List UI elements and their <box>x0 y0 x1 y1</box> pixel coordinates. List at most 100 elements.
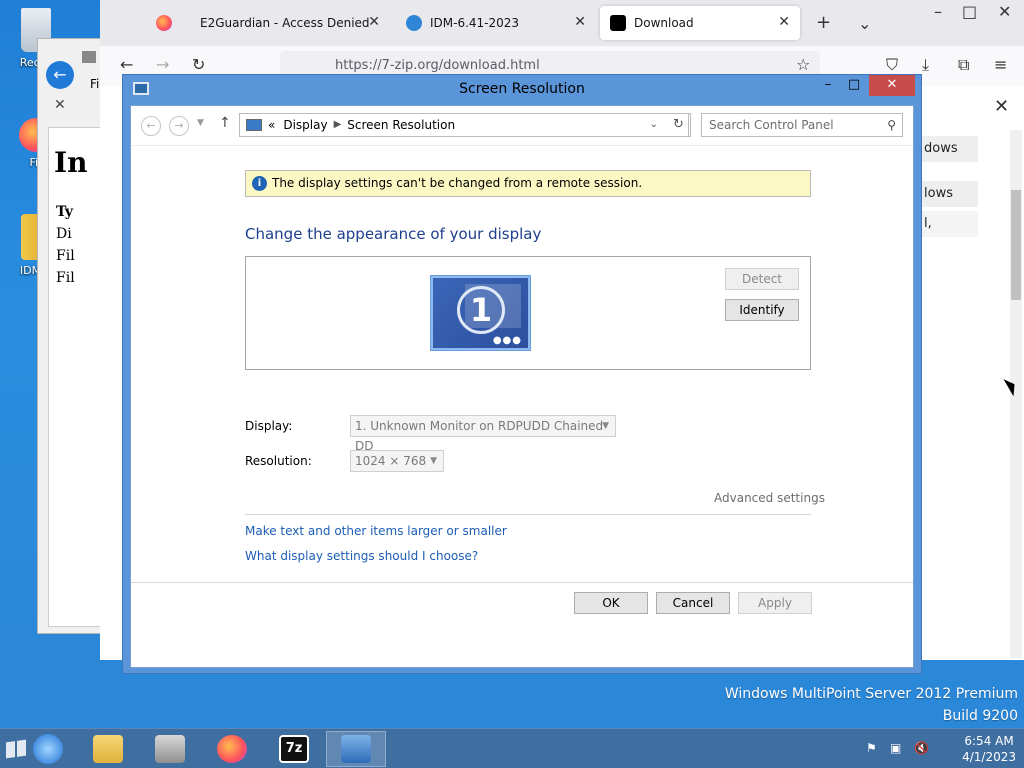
breadcrumb-display[interactable]: Display <box>283 114 327 136</box>
toolbar-fragment: Fi <box>90 77 100 91</box>
url-text: https://7-zip.org/download.html <box>335 58 540 73</box>
firefox-tab-icon[interactable] <box>156 15 172 31</box>
tab-e2guardian[interactable]: E2Guardian - Access Denied ✕ <box>190 6 390 40</box>
screen-resolution-window[interactable]: Screen Resolution – □ ✕ ← → ▼ ↑ « Displa… <box>122 74 922 674</box>
clock-time: 6:54 AM <box>964 734 1014 748</box>
resolution-select[interactable]: 1024 × 768 ▼ <box>350 450 444 472</box>
maximize-button[interactable]: □ <box>841 75 867 96</box>
divider <box>245 514 811 515</box>
taskbar-firefox[interactable] <box>202 731 262 767</box>
close-icon[interactable]: ✕ <box>54 97 66 113</box>
back-icon[interactable]: ← <box>120 55 133 74</box>
control-panel-icon <box>246 119 262 131</box>
new-tab-icon[interactable]: + <box>816 12 831 33</box>
taskbar-control-panel[interactable] <box>326 731 386 767</box>
scrollbar-thumb[interactable] <box>1011 190 1021 300</box>
resolution-select-value: 1024 × 768 <box>355 454 427 468</box>
ok-button[interactable]: OK <box>574 592 648 614</box>
display-select[interactable]: 1. Unknown Monitor on RDPUDD Chained DD … <box>350 415 616 453</box>
window-title: Screen Resolution <box>459 81 585 97</box>
os-watermark-line2: Build 9200 <box>942 708 1018 724</box>
taskbar-7zip[interactable]: 7z <box>264 731 324 767</box>
idm-icon <box>406 15 422 31</box>
forward-icon[interactable]: → <box>156 55 169 74</box>
monitor-1-tile[interactable]: 1 ●●● <box>430 275 531 351</box>
cancel-button[interactable]: Cancel <box>656 592 730 614</box>
taskbar-file-explorer[interactable] <box>78 731 138 767</box>
up-icon[interactable]: ↑ <box>219 115 231 131</box>
internet-explorer-icon <box>33 734 63 764</box>
display-label: Display: <box>245 419 293 433</box>
extensions-icon[interactable]: ⧉ <box>958 55 969 75</box>
folder-icon <box>93 735 123 763</box>
breadcrumb-screen-resolution[interactable]: Screen Resolution <box>347 114 455 136</box>
control-panel-icon <box>341 735 371 763</box>
back-icon[interactable]: ← <box>141 116 161 136</box>
os-watermark-line1: Windows MultiPoint Server 2012 Premium <box>724 686 1018 702</box>
taskbar-server-manager[interactable] <box>140 731 200 767</box>
minimize-button[interactable]: – <box>815 75 841 96</box>
footer-divider <box>131 582 913 583</box>
breadcrumb[interactable]: « Display ▶ Screen Resolution ⌄ <box>239 113 689 137</box>
breadcrumb-prefix[interactable]: « <box>268 114 275 136</box>
close-icon[interactable]: ✕ <box>778 14 790 30</box>
browser-tab-bar: E2Guardian - Access Denied ✕ IDM-6.41-20… <box>100 0 1024 46</box>
page-text-fragment: dows <box>922 136 978 162</box>
search-placeholder: Search Control Panel <box>709 118 834 132</box>
reload-icon[interactable]: ↻ <box>192 55 205 74</box>
page-text-fragment: lows <box>922 181 978 207</box>
bookmark-star-icon[interactable]: ☆ <box>796 55 810 74</box>
volume-muted-icon[interactable]: 🔇 <box>914 741 929 755</box>
close-icon[interactable]: ✕ <box>998 2 1011 21</box>
search-icon[interactable]: ⚲ <box>887 114 896 136</box>
tab-download[interactable]: Download ✕ <box>600 6 800 40</box>
7zip-icon: 7z <box>279 735 309 763</box>
7zip-icon <box>610 15 626 31</box>
action-center-flag-icon[interactable]: ⚑ <box>866 741 877 755</box>
page-title: Change the appearance of your display <box>245 225 542 243</box>
recent-pages-icon[interactable]: ▼ <box>197 118 204 128</box>
text-size-link[interactable]: Make text and other items larger or smal… <box>245 524 507 538</box>
maximize-icon[interactable]: □ <box>962 2 977 21</box>
server-manager-icon <box>155 735 185 763</box>
ellipsis-icon: ●●● <box>492 335 522 346</box>
download-icon[interactable]: ⤓ <box>922 55 929 75</box>
tab-idm[interactable]: IDM-6.41-2023 ✕ <box>396 6 596 40</box>
document-line: Fil <box>56 248 75 264</box>
display-help-link[interactable]: What display settings should I choose? <box>245 549 478 563</box>
tab-label: IDM-6.41-2023 <box>430 16 520 30</box>
monitor-panel: 1 ●●● Detect Identify <box>245 256 811 370</box>
clock-date: 4/1/2023 <box>962 750 1016 764</box>
close-icon[interactable]: ✕ <box>368 14 380 30</box>
minimize-icon[interactable]: – <box>934 2 942 21</box>
display-select-value: 1. Unknown Monitor on RDPUDD Chained DD <box>355 419 604 453</box>
advanced-settings-link[interactable]: Advanced settings <box>714 491 825 505</box>
document-line: Ty <box>56 204 74 220</box>
chevron-down-icon: ▼ <box>430 456 437 466</box>
pocket-icon[interactable]: ⛉ <box>886 55 898 75</box>
taskbar: 7z ⚑ ▣ 🔇 6:54 AM 4/1/2023 <box>0 728 1024 768</box>
network-icon[interactable]: ▣ <box>890 741 901 755</box>
tab-label: Download <box>634 16 694 30</box>
close-icon[interactable]: ✕ <box>994 96 1009 117</box>
document-line: Di <box>56 226 72 242</box>
close-button[interactable]: ✕ <box>869 75 915 96</box>
apply-button[interactable]: Apply <box>738 592 812 614</box>
printer-icon <box>82 51 96 63</box>
back-arrow-icon[interactable]: ← <box>46 61 74 89</box>
menu-icon[interactable]: ≡ <box>994 55 1007 74</box>
detect-button[interactable]: Detect <box>725 268 799 290</box>
chevron-down-icon[interactable]: ⌄ <box>650 114 658 136</box>
search-input[interactable]: Search Control Panel ⚲ <box>701 113 903 137</box>
forward-icon[interactable]: → <box>169 116 189 136</box>
chevron-right-icon: ▶ <box>333 119 342 130</box>
chevron-down-icon: ▼ <box>602 421 609 431</box>
info-banner: i The display settings can't be changed … <box>245 170 811 197</box>
refresh-button[interactable]: ↻ <box>667 113 691 137</box>
system-clock[interactable]: 6:54 AM 4/1/2023 <box>962 733 1016 765</box>
taskbar-internet-explorer[interactable] <box>18 731 78 767</box>
close-icon[interactable]: ✕ <box>574 14 586 30</box>
address-toolbar: ← → ▼ ↑ « Display ▶ Screen Resolution ⌄ … <box>131 106 913 146</box>
identify-button[interactable]: Identify <box>725 299 799 321</box>
chevron-down-icon[interactable]: ⌄ <box>858 14 871 33</box>
